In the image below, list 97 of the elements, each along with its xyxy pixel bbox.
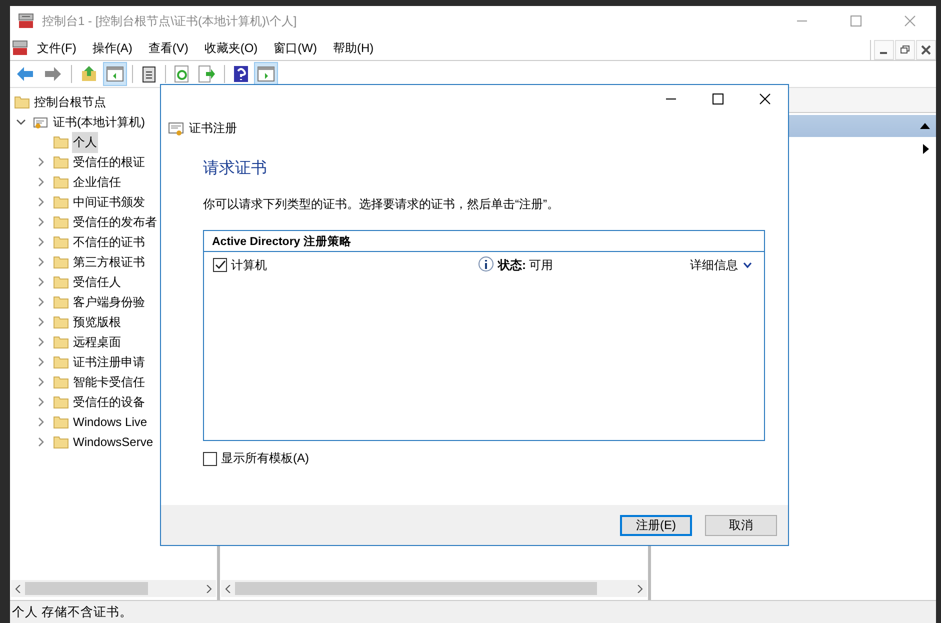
certificate-icon (168, 120, 185, 136)
help-icon (233, 65, 249, 83)
folder-icon (53, 235, 69, 249)
scroll-left-icon[interactable] (225, 584, 231, 592)
description: 你可以请求下列类型的证书。选择要请求的证书，然后单击“注册”。 (203, 196, 560, 213)
back-arrow-icon (15, 65, 35, 83)
folder-up-icon (80, 65, 98, 83)
chevron-icon[interactable] (36, 357, 46, 367)
tree-item[interactable]: 企业信任 (72, 172, 122, 192)
chevron-icon[interactable] (36, 317, 46, 327)
folder-icon (53, 175, 69, 189)
chevron-icon[interactable] (36, 257, 46, 267)
enroll-button[interactable]: 注册(E) (620, 514, 692, 536)
folder-icon (53, 335, 69, 349)
console-icon (18, 13, 34, 29)
folder-icon (53, 295, 69, 309)
status-value: 可用 (529, 256, 553, 274)
tree-item[interactable]: 受信任的发布者 (72, 212, 158, 232)
tree-item[interactable]: 第三方根证书 (72, 252, 146, 272)
tree-item[interactable]: 证书(本地计算机) (52, 112, 146, 132)
menu-item[interactable]: 文件(F) (28, 40, 84, 56)
checkbox[interactable] (213, 258, 227, 272)
folder-icon (53, 135, 69, 149)
group-title: Active Directory 注册策略 (212, 234, 352, 248)
chevron-icon[interactable] (36, 437, 46, 447)
chevron-icon[interactable] (36, 377, 46, 387)
menu-item[interactable]: 查看(V) (139, 40, 196, 56)
folder-icon (53, 155, 69, 169)
chevron-icon[interactable] (36, 197, 46, 207)
console-icon (12, 40, 28, 56)
tree-item[interactable]: WindowsServe (72, 433, 154, 451)
scrollbar[interactable] (221, 580, 647, 597)
chevron-icon[interactable] (36, 417, 46, 427)
folder-icon (53, 255, 69, 269)
menu-item[interactable]: 帮助(H) (324, 40, 381, 56)
console-tree-icon (106, 66, 124, 82)
chevron-icon[interactable] (36, 297, 46, 307)
chevron-down-icon (743, 262, 752, 268)
scroll-right-icon[interactable] (637, 584, 643, 592)
tree-item[interactable]: 证书注册申请 (72, 352, 146, 372)
status-label: 状态: (498, 256, 526, 274)
maximize-icon[interactable] (712, 93, 724, 105)
dialog-title: 证书注册 (189, 120, 237, 136)
chevron-icon[interactable] (36, 157, 46, 167)
menu-item[interactable]: 窗口(W) (264, 40, 324, 56)
tree-item[interactable]: 控制台根节点 (33, 92, 107, 112)
template-name: 计算机 (231, 256, 267, 274)
tree-item[interactable]: 预览版根 (72, 312, 122, 332)
folder-icon (53, 375, 69, 389)
folder-icon (53, 395, 69, 409)
chevron-icon[interactable] (16, 117, 26, 127)
scrollbar[interactable] (11, 580, 216, 597)
tree-item[interactable]: 受信任人 (72, 272, 122, 292)
clipboard-icon (141, 65, 157, 83)
collapse-arrow-icon[interactable] (920, 122, 930, 130)
tree-item[interactable]: 受信任的根证 (72, 152, 146, 172)
close-icon[interactable] (759, 93, 771, 105)
folder-icon (53, 215, 69, 229)
action-pane-icon (257, 66, 275, 82)
tree-item[interactable]: 中间证书颁发 (72, 192, 146, 212)
page-heading: 请求证书 (203, 158, 268, 179)
chevron-icon[interactable] (36, 177, 46, 187)
forward-arrow-icon (43, 65, 63, 83)
minimize-icon[interactable] (874, 40, 894, 60)
folder-icon (53, 435, 69, 449)
menu-item[interactable]: 收藏夹(O) (195, 40, 265, 56)
certificate-icon (33, 115, 49, 129)
chevron-icon[interactable] (36, 337, 46, 347)
folder-icon (14, 95, 30, 109)
folder-icon (53, 195, 69, 209)
chevron-icon[interactable] (36, 217, 46, 227)
tree-item[interactable]: 智能卡受信任 (72, 372, 146, 392)
chevron-icon[interactable] (36, 237, 46, 247)
status-text: 个人 存储不含证书。 (12, 604, 132, 620)
window-title: 控制台1 - [控制台根节点\证书(本地计算机)\个人] (42, 12, 297, 30)
tree-item[interactable]: 客户端身份验 (72, 292, 146, 312)
tree-item[interactable]: 受信任的设备 (72, 392, 146, 412)
folder-icon (53, 415, 69, 429)
scroll-right-icon[interactable] (206, 584, 212, 592)
chevron-icon[interactable] (36, 397, 46, 407)
menu-item[interactable]: 操作(A) (83, 40, 140, 56)
info-icon (477, 256, 495, 274)
scroll-left-icon[interactable] (15, 584, 21, 592)
checkbox[interactable] (203, 452, 217, 466)
tree-item[interactable]: 个人 (72, 132, 98, 152)
tree-item[interactable]: Windows Live (72, 413, 148, 431)
folder-icon (53, 355, 69, 369)
folder-icon (53, 315, 69, 329)
cancel-button[interactable]: 取消 (705, 514, 777, 536)
chevron-icon[interactable] (36, 277, 46, 287)
folder-icon (53, 275, 69, 289)
tree-item[interactable]: 不信任的证书 (72, 232, 146, 252)
tree-item[interactable]: 远程桌面 (72, 332, 122, 352)
checkbox-label: 显示所有模板(A) (221, 450, 309, 467)
expand-arrow-icon[interactable] (923, 144, 930, 154)
details-link[interactable]: 详细信息 (690, 256, 752, 274)
restore-icon[interactable] (895, 40, 915, 60)
